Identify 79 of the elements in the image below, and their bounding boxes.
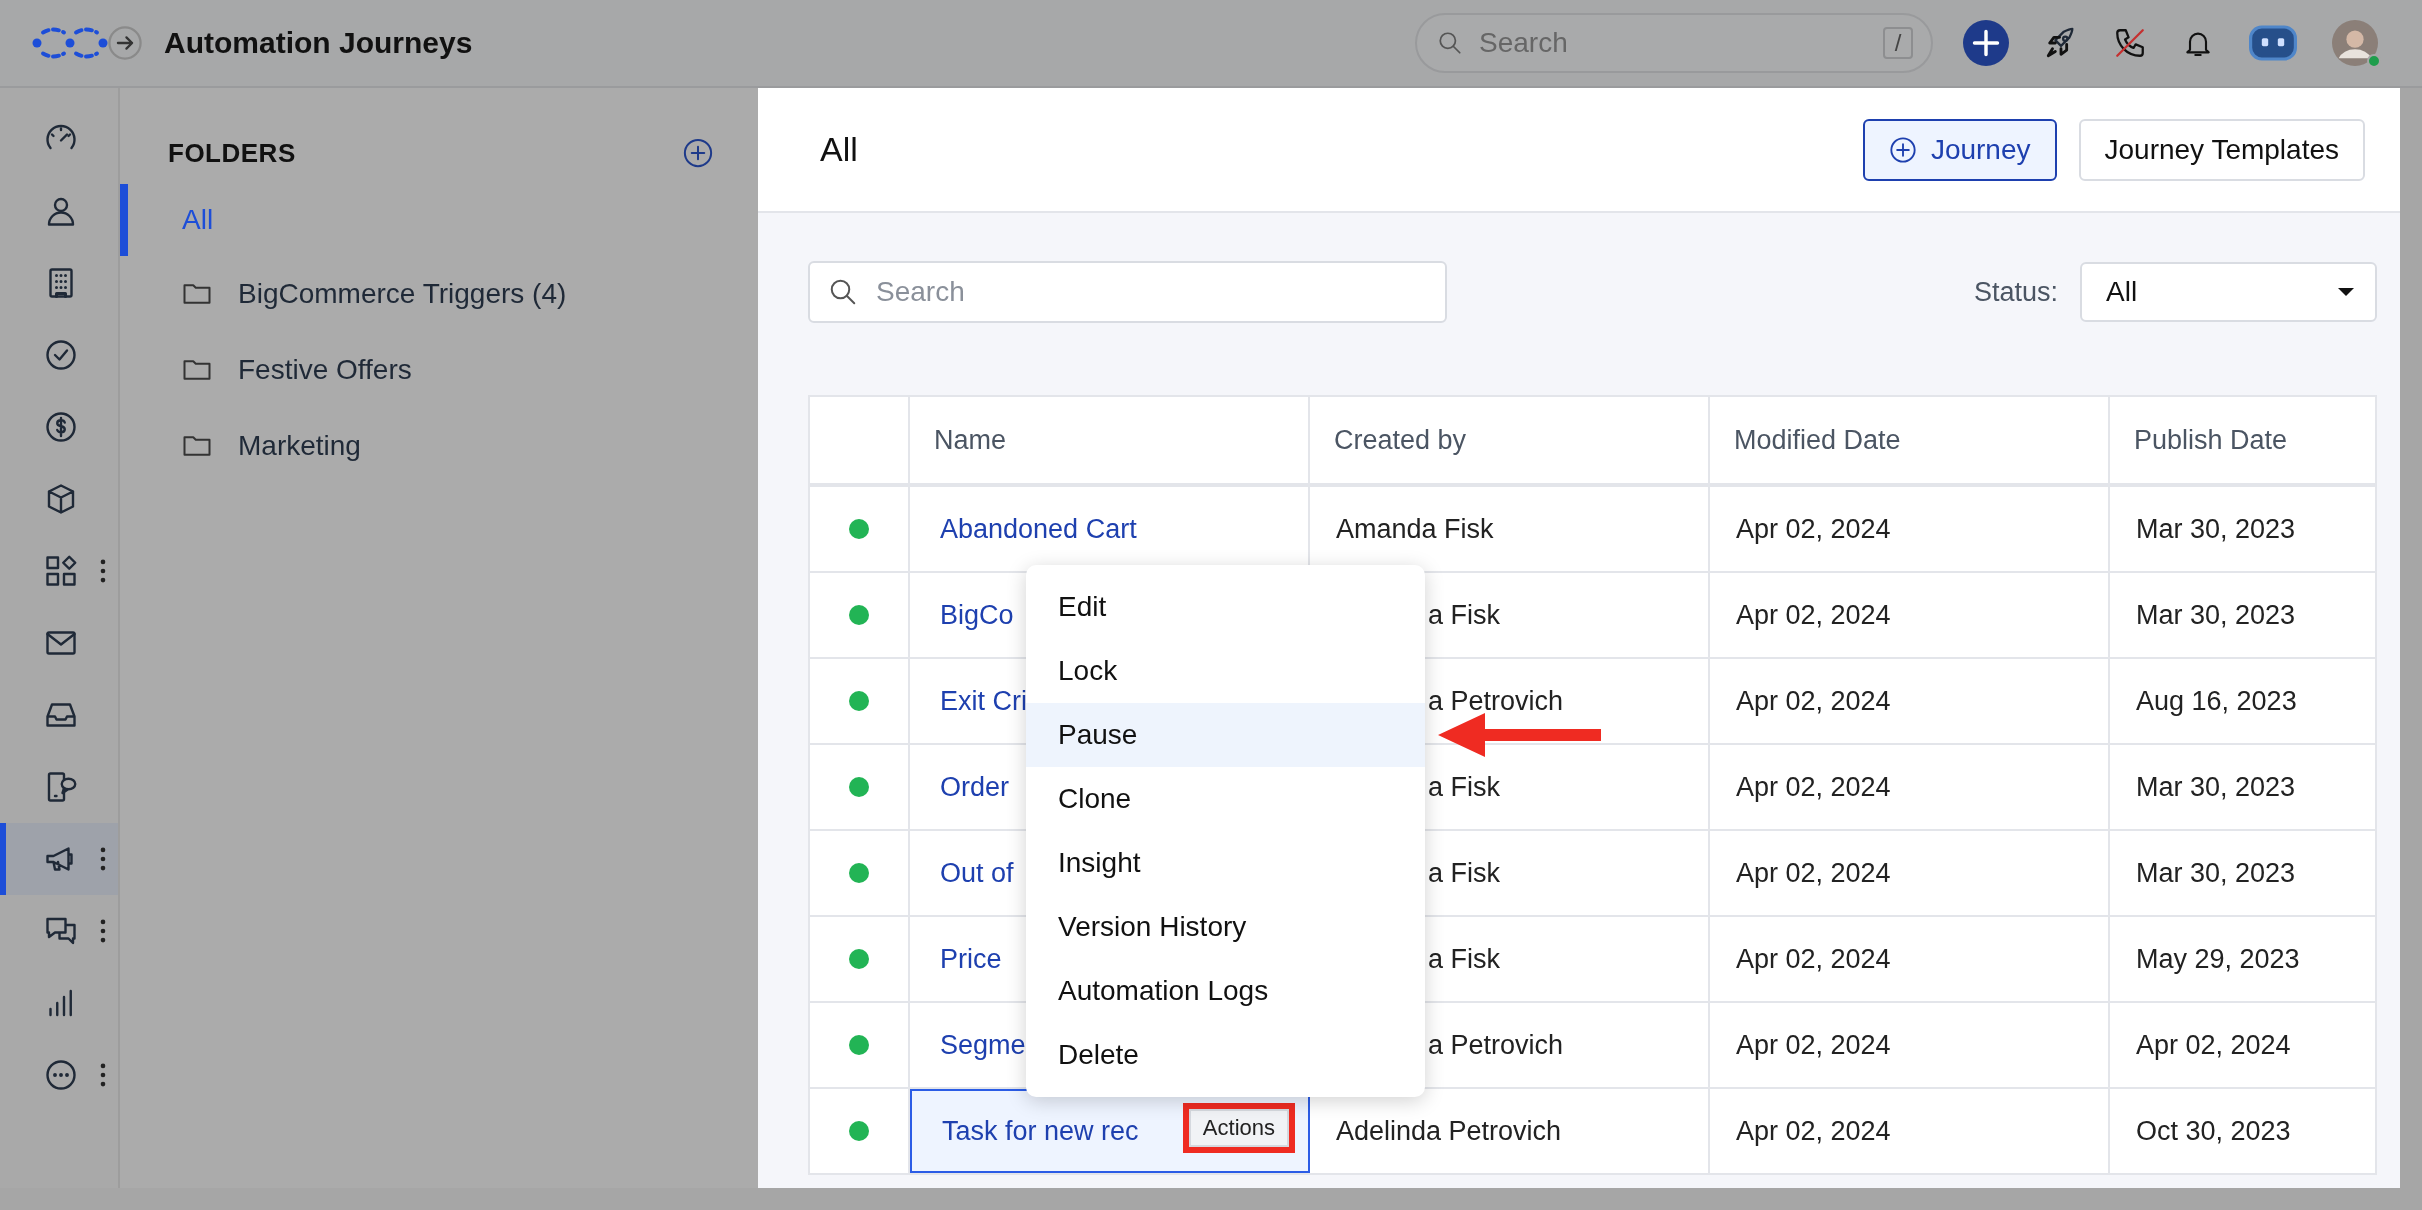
check-circle-icon [43, 337, 79, 373]
column-header: Modified Date [1710, 397, 2110, 483]
folder-icon [182, 357, 212, 383]
menu-item[interactable]: Edit [1026, 575, 1425, 639]
table-cell: Apr 02, 2024 [1736, 943, 1891, 975]
table-cell: Apr 02, 2024 [1736, 599, 1891, 631]
folder-item[interactable]: Marketing [120, 408, 758, 484]
phone-off-icon[interactable] [2113, 26, 2147, 60]
actions-button[interactable]: Actions [1188, 1109, 1289, 1147]
journey-link[interactable]: Price [940, 943, 1002, 975]
shortcut-key: / [1883, 27, 1913, 59]
add-folder-icon[interactable] [683, 138, 713, 168]
kebab-icon[interactable] [99, 1062, 107, 1088]
table-cell: a Fisk [1428, 771, 1500, 803]
kebab-icon[interactable] [99, 846, 107, 872]
table-cell: Apr 02, 2024 [1736, 685, 1891, 717]
table-cell: Apr 02, 2024 [1736, 1029, 1891, 1061]
table-cell: a Fisk [1428, 599, 1500, 631]
page-title: Automation Journeys [164, 26, 473, 60]
column-header: Created by [1310, 397, 1710, 483]
table-cell: Apr 02, 2024 [1736, 1115, 1891, 1147]
avatar[interactable] [2332, 20, 2378, 66]
menu-item[interactable]: Clone [1026, 767, 1425, 831]
table-cell: Mar 30, 2023 [2136, 599, 2296, 631]
templates-button[interactable]: Journey Templates [2078, 118, 2365, 181]
table-cell: a Fisk [1428, 857, 1500, 889]
table-cell: a Fisk [1428, 943, 1500, 975]
table-cell: Apr 02, 2024 [1736, 857, 1891, 889]
new-journey-button[interactable]: Journey [1862, 118, 2057, 181]
column-header: Name [910, 397, 1310, 483]
journey-link[interactable]: Abandoned Cart [940, 513, 1137, 545]
table-cell: Oct 30, 2023 [2136, 1115, 2291, 1147]
folder-item[interactable]: BigCommerce Triggers (4) [120, 256, 758, 332]
table-cell: Mar 30, 2023 [2136, 771, 2296, 803]
kebab-icon[interactable] [99, 558, 107, 584]
table-cell: Apr 02, 2024 [1736, 513, 1891, 545]
journey-link[interactable]: Exit Cri [940, 685, 1027, 717]
dollar-icon [43, 409, 79, 445]
journey-link[interactable]: Out of [940, 857, 1014, 889]
menu-item[interactable]: Automation Logs [1026, 959, 1425, 1023]
table-cell: Aug 16, 2023 [2136, 685, 2297, 717]
table-cell: a Petrovich [1428, 1029, 1564, 1061]
selected-cell[interactable]: Task for new rec Actions [910, 1089, 1310, 1173]
table-cell: Amanda Fisk [1336, 513, 1494, 545]
search-icon [828, 277, 858, 307]
table-cell: a Petrovich [1428, 685, 1564, 717]
table-cell: Adelinda Petrovich [1336, 1115, 1562, 1147]
table-cell: Apr 02, 2024 [2136, 1029, 2291, 1061]
kebab-icon[interactable] [99, 918, 107, 944]
status-dropdown[interactable]: All [2080, 262, 2377, 322]
section-title: FOLDERS [168, 137, 296, 169]
journey-link[interactable]: Segme [940, 1029, 1026, 1061]
folder-icon [182, 281, 212, 307]
journey-link[interactable]: Order [940, 771, 1010, 803]
page-heading: All [820, 130, 858, 169]
search-icon [1437, 30, 1463, 56]
menu-item[interactable]: Delete [1026, 1023, 1425, 1087]
caret-icon [2337, 287, 2355, 297]
table-cell: Apr 02, 2024 [1736, 771, 1891, 803]
menu-item[interactable]: Insight [1026, 831, 1425, 895]
column-header: Publish Date [2133, 423, 2289, 457]
status-label: Status: [1973, 276, 2058, 308]
nav-item[interactable] [0, 823, 118, 895]
menu-item[interactable]: Lock [1026, 639, 1425, 703]
journey-link[interactable]: BigCo [940, 599, 1014, 631]
plus-icon[interactable] [1963, 20, 2009, 66]
more-icon [43, 1057, 79, 1093]
folder-item[interactable]: Festive Offers [120, 332, 758, 408]
folder-icon [182, 433, 212, 459]
menu-item[interactable]: Pause [1026, 703, 1425, 767]
plus-circle-icon [1888, 135, 1917, 164]
bot-icon[interactable] [2249, 23, 2297, 63]
table-cell: Mar 30, 2023 [2136, 857, 2296, 889]
apps-icon [43, 553, 79, 589]
table-cell: Mar 30, 2023 [2136, 513, 2296, 545]
journey-link[interactable]: Task for new rec [942, 1115, 1139, 1147]
table-cell: May 29, 2023 [2136, 943, 2300, 975]
menu-item[interactable]: Version History [1026, 895, 1425, 959]
online-status-dot [2367, 54, 2381, 68]
